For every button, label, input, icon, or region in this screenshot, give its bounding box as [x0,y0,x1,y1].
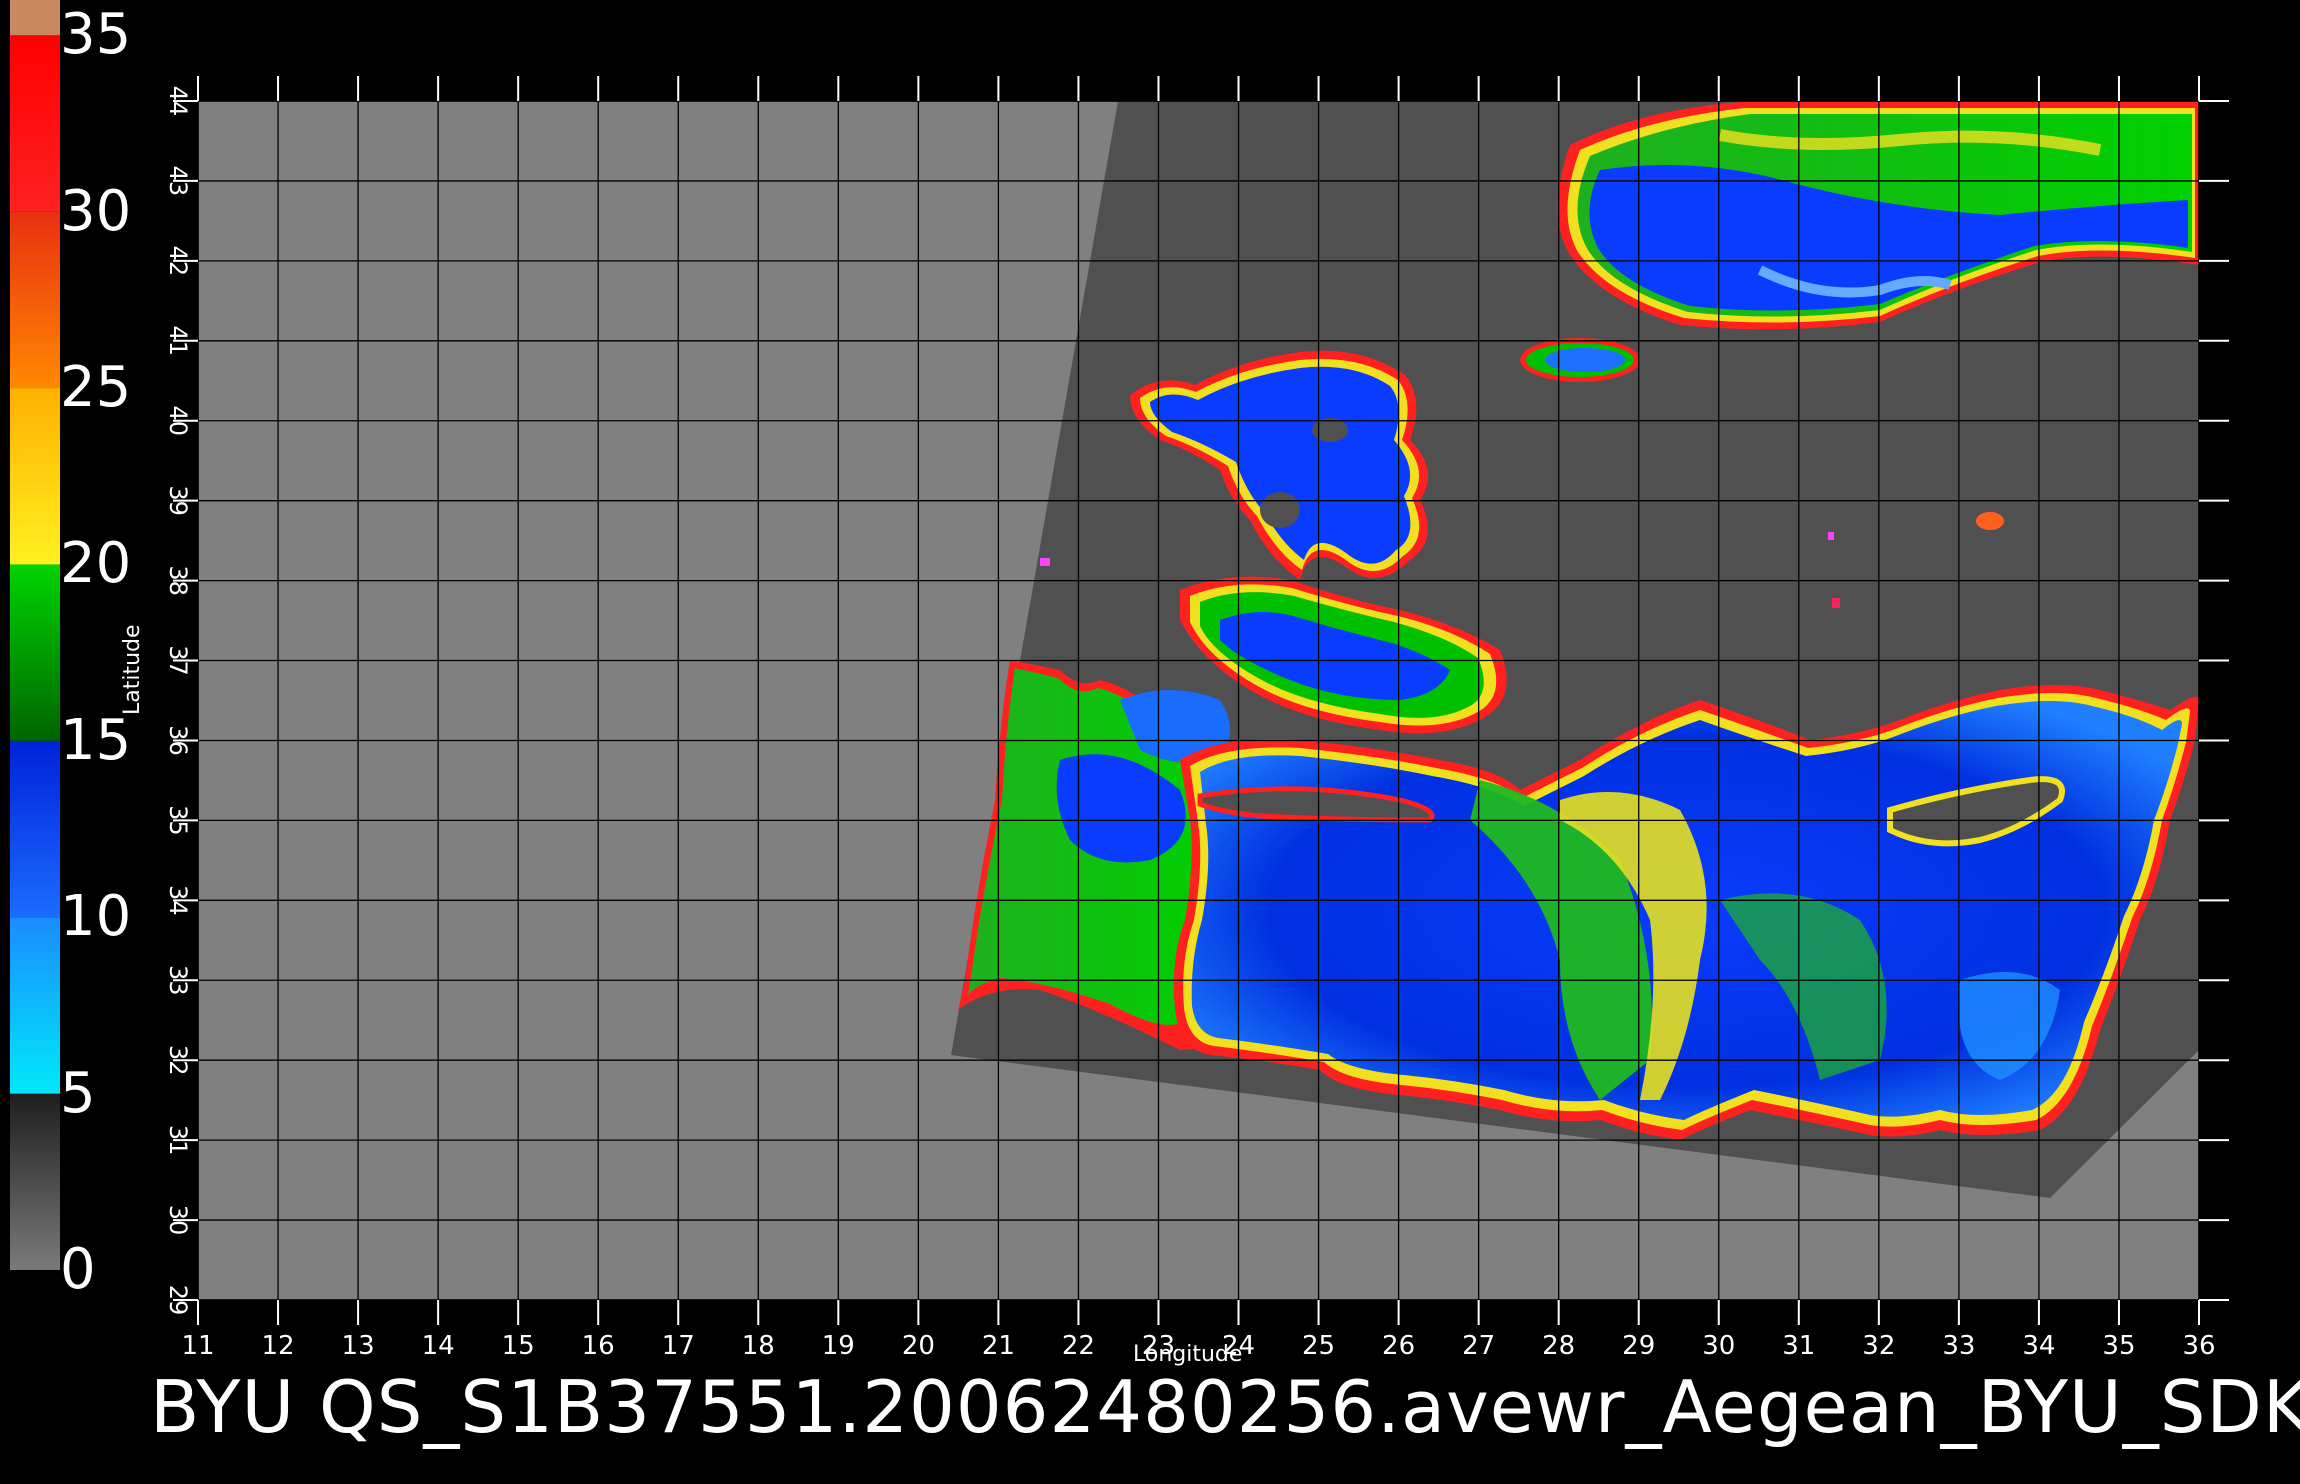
x-tick-label: 34 [2022,1331,2055,1361]
y-tick-label: 41 [164,326,192,357]
colorbar-segment [10,917,60,1094]
product-title: BYU QS_S1B37551.20062480256.avewr_Aegean… [150,1365,2300,1449]
y-tick-label: 37 [164,645,192,676]
y-tick-label: 32 [164,1045,192,1076]
colorbar-label: 20 [60,531,132,597]
colorbar-segment [10,740,60,918]
x-axis-title: Longitude [1133,1342,1243,1367]
map-figure: 11 12 13 14 15 16 17 18 19 20 21 22 23 24 25 26 27 28 29 30… [0,0,2300,1480]
x-tick-label: 13 [342,1331,375,1361]
colorbar [10,0,60,1270]
marmara-wind-field [1520,338,1640,382]
colorbar-label: 35 [60,2,132,68]
eastern-mediterranean-wind-field [1173,685,2200,1140]
colorbar-segment [10,35,60,212]
colorbar-label: 0 [60,1237,96,1302]
colorbar-segment [10,1093,60,1270]
y-tick-label: 40 [164,405,192,436]
y-tick-label: 35 [164,805,192,836]
x-tick-label: 33 [1942,1331,1975,1361]
x-tick-label: 14 [422,1331,455,1361]
y-tick-label: 33 [164,965,192,996]
y-tick-label: 44 [164,86,192,117]
x-tick-label: 11 [181,1331,214,1361]
colorbar-label: 5 [60,1060,96,1126]
colorbar-segment [10,388,60,565]
colorbar-segment [10,564,60,741]
x-tick-label: 21 [982,1331,1015,1361]
x-tick-label: 29 [1622,1331,1655,1361]
y-tick-label: 38 [164,565,192,596]
colorbar-label: 10 [60,884,132,950]
y-tick-label: 31 [164,1125,192,1156]
x-tick-label: 28 [1542,1331,1575,1361]
colorbar-label: 30 [60,178,132,244]
x-tick-label: 31 [1782,1331,1815,1361]
x-tick-label: 15 [502,1331,535,1361]
y-tick-label: 30 [164,1205,192,1236]
y-tick-label: 39 [164,485,192,516]
y-tick-label: 34 [164,885,192,916]
x-tick-label: 20 [902,1331,935,1361]
x-tick-label: 19 [822,1331,855,1361]
colorbar-segment [10,0,60,36]
x-tick-label: 36 [2182,1331,2215,1361]
x-tick-label: 18 [742,1331,775,1361]
x-tick-label: 32 [1862,1331,1895,1361]
x-tick-label: 30 [1702,1331,1735,1361]
x-tick-label: 12 [261,1331,294,1361]
x-tick-label: 16 [582,1331,615,1361]
x-tick-label: 17 [662,1331,695,1361]
x-tick-label: 26 [1382,1331,1415,1361]
x-tick-label: 35 [2102,1331,2135,1361]
wind-speed-map: 11 12 13 14 15 16 17 18 19 20 21 22 23 24 25 26 27 28 29 30… [10,0,2229,1361]
x-tick-label: 27 [1462,1331,1495,1361]
x-tick-label: 25 [1302,1331,1335,1361]
colorbar-label: 15 [60,707,132,773]
y-tick-label: 42 [164,246,192,277]
y-axis-title: Latitude [120,624,145,715]
colorbar-label: 25 [60,355,132,421]
y-tick-label: 43 [164,166,192,197]
x-tick-label: 22 [1062,1331,1095,1361]
y-tick-label: 29 [164,1285,192,1316]
y-tick-label: 36 [164,725,192,756]
colorbar-segment [10,211,60,389]
